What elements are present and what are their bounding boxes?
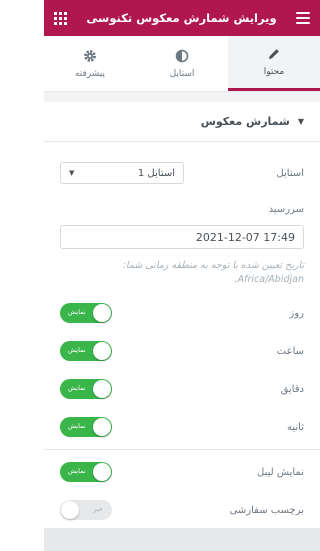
separator [44, 92, 320, 102]
toggle-state-text: نمایش [68, 384, 86, 392]
toggle-row-custom-label: برچسب سفارشی خیر [60, 500, 304, 520]
days-toggle[interactable]: نمایش [60, 303, 112, 323]
show-label-label: نمایش لیبل [257, 466, 304, 478]
toggle-knob [93, 342, 111, 360]
toggle-knob [93, 380, 111, 398]
gear-icon [84, 49, 96, 62]
tab-style-label: استایل [169, 68, 195, 79]
section-header-countdown[interactable]: ▼ شمارش معکوس [44, 102, 320, 142]
section-body: استایل استایل 1 ▼ سررسید 2021-12-07 17:4… [44, 162, 320, 520]
style-label: استایل [276, 167, 304, 179]
style-select-value: استایل 1 [137, 167, 175, 179]
timezone-note: تاریخ تعیین شده با توجه به منطقه زمانی ش… [122, 260, 304, 285]
show-label-toggle[interactable]: نمایش [60, 462, 112, 482]
toggle-row-minutes: دقایق نمایش [60, 379, 304, 399]
toggle-row-hours: ساعت نمایش [60, 341, 304, 361]
apps-grid-icon[interactable] [54, 11, 67, 25]
caret-down-icon: ▼ [297, 117, 304, 126]
seconds-label: ثانیه [287, 421, 304, 433]
half-circle-icon [175, 49, 189, 62]
days-label: روز [289, 307, 305, 319]
toggle-state-text: نمایش [68, 346, 86, 354]
toggle-knob [61, 501, 79, 519]
tab-content-label: محتوا [263, 67, 285, 77]
editor-header: ویرایش شمارش معکوس تکنوسی [44, 0, 320, 36]
footer-bar [44, 528, 320, 551]
hours-label: ساعت [276, 345, 304, 357]
tab-advanced-label: پیشرفته [74, 68, 106, 79]
style-select[interactable]: استایل 1 ▼ [60, 162, 184, 184]
section-title: شمارش معکوس [200, 115, 290, 128]
custom-label-label: برچسب سفارشی [229, 504, 304, 516]
tab-content[interactable]: محتوا [228, 36, 320, 91]
seconds-toggle[interactable]: نمایش [60, 417, 112, 437]
tab-advanced[interactable]: پیشرفته [44, 36, 136, 91]
toggle-row-seconds: ثانیه نمایش [60, 417, 304, 437]
tab-style[interactable]: استایل [136, 36, 228, 91]
due-date-input[interactable]: 2021-12-07 17:49 [60, 225, 304, 249]
toggle-row-show-label: نمایش لیبل نمایش [60, 462, 304, 482]
custom-label-toggle[interactable]: خیر [60, 500, 112, 520]
toggle-knob [93, 418, 111, 436]
chevron-down-icon: ▼ [69, 169, 75, 177]
toggle-row-days: روز نمایش [60, 303, 304, 323]
toggle-state-text: نمایش [68, 422, 86, 430]
divider [44, 449, 320, 450]
editor-title: ویرایش شمارش معکوس تکنوسی [86, 11, 277, 25]
toggle-state-text: خیر [93, 505, 103, 513]
pencil-icon [269, 49, 279, 59]
minutes-label: دقایق [280, 383, 304, 395]
hours-toggle[interactable]: نمایش [60, 341, 112, 361]
due-date-label: سررسید [268, 204, 304, 215]
toggle-state-text: نمایش [68, 308, 86, 316]
toggle-knob [93, 463, 111, 481]
panel-tabs: محتوا استایل پیشرفته [44, 36, 320, 92]
toggle-knob [93, 304, 111, 322]
menu-icon[interactable] [296, 12, 310, 24]
style-row: استایل استایل 1 ▼ [60, 162, 304, 184]
due-date-label-row: سررسید [60, 204, 304, 215]
toggle-state-text: نمایش [68, 467, 86, 475]
minutes-toggle[interactable]: نمایش [60, 379, 112, 399]
